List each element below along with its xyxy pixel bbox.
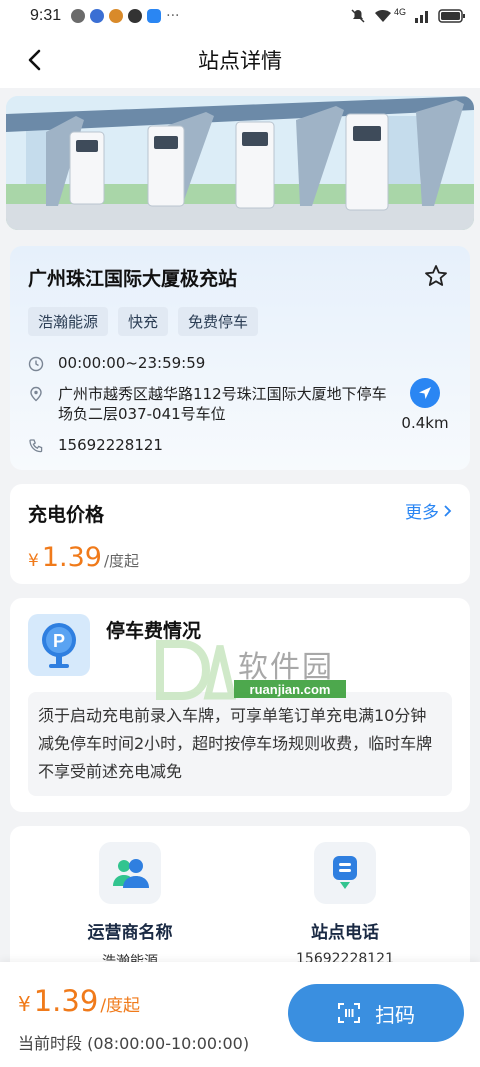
station-name: 广州珠江国际大厦极充站 [28,268,238,290]
page-title: 站点详情 [198,49,282,73]
price-unit: /度起 [103,552,140,570]
watermark-mark-icon [156,640,237,700]
parking-section-title: 停车费情况 [106,620,202,642]
hours-row: 00:00:00~23:59:59 [28,354,205,372]
scan-button[interactable]: 扫码 [288,984,464,1042]
station-phone: 15692228121 [58,436,163,454]
parking-icon: P [28,614,90,676]
more-prices-link[interactable]: 更多 [405,498,452,523]
app-icon [109,9,124,23]
current-price-currency: ¥ [18,992,31,1016]
station-distance: 0.4km [401,414,449,432]
battery-icon [438,9,465,23]
parking-description: 须于启动充电前录入车牌，可享单笔订单充电满10分钟减免停车时间2小时，超时按停车… [28,692,452,796]
signal-icon [415,11,428,23]
notification-icons: ··· [71,8,180,24]
chevron-right-icon [444,504,452,517]
back-button[interactable] [20,46,48,74]
chevron-left-icon [28,49,41,71]
station-info-card: 广州珠江国际大厦极充站 浩瀚能源 快充 免费停车 00:00:00~23:59:… [10,246,470,470]
operator-icon [99,842,161,904]
status-bar: 9:31 ··· 4G [0,0,480,32]
favorite-button[interactable] [424,264,448,288]
mute-icon [351,9,365,23]
location-pin-icon [30,386,42,402]
station-tags: 浩瀚能源 快充 免费停车 [28,307,259,336]
current-period: 当前时段 (08:00:00-10:00:00) [18,1034,250,1053]
current-price-unit: /度起 [100,996,141,1016]
star-icon [425,265,447,286]
navigation-arrow-icon [410,378,440,408]
cloud-icon [147,9,162,23]
more-dots-icon: ··· [166,8,180,24]
price-section-title: 充电价格 [28,504,105,526]
browser-icon [90,9,105,23]
current-price-value: 1.39 [33,984,99,1018]
station-tag: 浩瀚能源 [28,307,109,336]
price-currency: ¥ [28,551,39,571]
wifi-icon [374,10,391,22]
scan-label: 扫码 [375,1002,415,1027]
phone-row[interactable]: 15692228121 [28,436,163,454]
station-phone-label: 站点电话 [311,923,379,943]
operator-item: 运营商名称 浩瀚能源 [30,842,230,971]
top-nav: 站点详情 [0,32,480,88]
clock-icon [28,356,44,372]
price-display: ¥ 1.39 /度起 [28,542,139,573]
scan-icon [338,1003,360,1023]
svg-text:P: P [53,631,65,651]
station-tag: 免费停车 [178,307,259,336]
qq-icon [128,9,143,23]
bottom-action-bar: ¥ 1.39 /度起 当前时段 (08:00:00-10:00:00) 扫码 [0,962,480,1067]
station-tag: 快充 [118,307,169,336]
address-row: 广州市越秀区越华路112号珠江国际大厦地下停车场负二层037-041号车位 [28,384,388,424]
navigate-button[interactable]: 0.4km [398,378,452,432]
network-label: 4G [393,7,406,17]
station-address: 广州市越秀区越华路112号珠江国际大厦地下停车场负二层037-041号车位 [58,385,387,423]
price-value: 1.39 [41,542,102,573]
charging-price-card: 充电价格 更多 ¥ 1.39 /度起 [10,484,470,584]
current-price: ¥ 1.39 /度起 [18,984,140,1018]
status-time: 9:31 [30,7,62,24]
station-banner-image [6,96,474,230]
station-phone-icon [314,842,376,904]
phone-icon [29,439,43,453]
operator-label: 运营商名称 [87,923,173,943]
station-phone-item[interactable]: 站点电话 15692228121 [245,842,445,967]
opening-hours: 00:00:00~23:59:59 [58,354,206,372]
wechat-icon [71,9,86,23]
watermark-site: ruanjian.com [234,680,346,698]
parking-fee-card: P 停车费情况 须于启动充电前录入车牌，可享单笔订单充电满10分钟减免停车时间2… [10,598,470,812]
more-label: 更多 [405,503,439,523]
watermark-logo: 软件园 ruanjian.com [156,640,346,700]
